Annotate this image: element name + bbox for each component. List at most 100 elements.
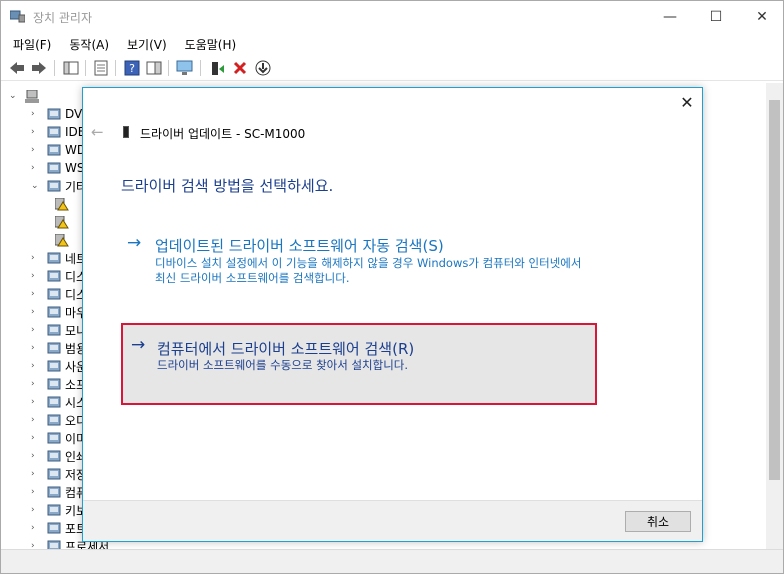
update-driver-icon[interactable] bbox=[208, 59, 226, 77]
chevron-down-icon[interactable]: ⌄ bbox=[9, 91, 19, 101]
chevron-right-icon[interactable]: › bbox=[31, 163, 41, 173]
tree-item[interactable]: › DV bbox=[31, 105, 82, 123]
chevron-right-icon[interactable]: › bbox=[31, 109, 41, 119]
sound-icon bbox=[47, 360, 61, 371]
tree-root[interactable]: ⌄ bbox=[9, 87, 43, 105]
monitor-icon bbox=[47, 324, 61, 335]
tree-item[interactable]: › WS bbox=[31, 159, 84, 177]
chevron-right-icon[interactable]: › bbox=[31, 289, 41, 299]
back-arrow-icon[interactable] bbox=[8, 59, 26, 77]
tree-item[interactable]: › 디스 bbox=[31, 267, 87, 285]
tree-item[interactable] bbox=[49, 213, 73, 231]
svg-text:?: ? bbox=[129, 62, 135, 75]
scan-hardware-changes-icon[interactable] bbox=[176, 59, 194, 77]
tree-item[interactable]: › 범용 bbox=[31, 339, 87, 357]
tree-item[interactable] bbox=[49, 231, 73, 249]
tree-item[interactable] bbox=[49, 195, 73, 213]
system-device-icon bbox=[47, 396, 61, 407]
uninstall-device-icon[interactable] bbox=[231, 59, 249, 77]
tree-item[interactable]: › 마우 bbox=[31, 303, 87, 321]
chevron-right-icon[interactable]: › bbox=[31, 145, 41, 155]
cancel-button[interactable]: 취소 bbox=[625, 511, 691, 532]
dialog-title: 드라이버 업데이트 - SC-M1000 bbox=[140, 127, 306, 141]
title-bar: 장치 관리자 — ☐ ✕ bbox=[1, 1, 783, 32]
dvd-drive-icon bbox=[47, 108, 61, 119]
toolbar-separator bbox=[200, 60, 201, 76]
tree-item[interactable]: ⌄ 기타 bbox=[31, 177, 87, 195]
scrollbar-thumb[interactable] bbox=[769, 100, 780, 480]
chevron-down-icon[interactable]: ⌄ bbox=[31, 181, 41, 191]
disk-drive-icon bbox=[47, 270, 61, 281]
device-icon bbox=[123, 126, 129, 138]
tree-item[interactable]: › 소프 bbox=[31, 375, 87, 393]
vertical-scrollbar[interactable] bbox=[766, 83, 783, 549]
download-update-icon[interactable] bbox=[254, 59, 272, 77]
tree-item[interactable]: › 네트 bbox=[31, 249, 87, 267]
chevron-right-icon[interactable]: › bbox=[31, 397, 41, 407]
forward-arrow-icon[interactable] bbox=[30, 59, 48, 77]
chevron-right-icon[interactable]: › bbox=[31, 307, 41, 317]
maximize-button[interactable]: ☐ bbox=[693, 1, 739, 32]
chevron-right-icon[interactable]: › bbox=[31, 415, 41, 425]
tree-item[interactable]: › 디스 bbox=[31, 285, 87, 303]
minimize-button[interactable]: — bbox=[647, 1, 693, 32]
chevron-right-icon[interactable]: › bbox=[31, 433, 41, 443]
tree-item-label: DV bbox=[65, 107, 83, 121]
tree-item[interactable]: › 포트 bbox=[31, 519, 87, 537]
menu-bar: 파일(F) 동작(A) 보기(V) 도움말(H) bbox=[1, 33, 783, 53]
chevron-right-icon[interactable]: › bbox=[31, 451, 41, 461]
update-driver-dialog: ✕ ← 드라이버 업데이트 - SC-M1000 드라이버 검색 방법을 선택하… bbox=[82, 87, 703, 542]
usb-controller-icon bbox=[47, 342, 61, 353]
chevron-right-icon[interactable]: › bbox=[31, 469, 41, 479]
dialog-close-button[interactable]: ✕ bbox=[679, 95, 695, 111]
tree-item[interactable]: › 모니 bbox=[31, 321, 87, 339]
chevron-right-icon[interactable]: › bbox=[31, 505, 41, 515]
chevron-right-icon[interactable]: › bbox=[31, 253, 41, 263]
tree-item[interactable]: › 이미 bbox=[31, 429, 87, 447]
chevron-right-icon[interactable]: › bbox=[31, 541, 41, 549]
audio-io-icon bbox=[47, 414, 61, 425]
chevron-right-icon[interactable]: › bbox=[31, 127, 41, 137]
arrow-right-icon: → bbox=[127, 233, 142, 253]
tree-item[interactable]: › 저장 bbox=[31, 465, 87, 483]
toolbar: ? bbox=[1, 55, 783, 81]
menu-help[interactable]: 도움말(H) bbox=[173, 33, 243, 53]
tree-item[interactable]: › 인쇄 bbox=[31, 447, 87, 465]
tree-item[interactable]: › 사운 bbox=[31, 357, 87, 375]
dialog-footer: 취소 bbox=[83, 500, 702, 541]
chevron-right-icon[interactable]: › bbox=[31, 271, 41, 281]
browse-computer-option[interactable]: → 컴퓨터에서 드라이버 소프트웨어 검색(R) 드라이버 소프트웨어를 수동으… bbox=[121, 323, 597, 405]
dialog-back-arrow-icon[interactable]: ← bbox=[91, 123, 104, 141]
show-hide-console-tree-icon[interactable] bbox=[62, 59, 80, 77]
print-queue-icon bbox=[47, 450, 61, 461]
tree-item[interactable]: › 키보 bbox=[31, 501, 87, 519]
chevron-right-icon[interactable]: › bbox=[31, 523, 41, 533]
toolbar-separator bbox=[85, 60, 86, 76]
menu-file[interactable]: 파일(F) bbox=[1, 33, 57, 53]
storage-controller-icon bbox=[47, 468, 61, 479]
auto-search-description: 디바이스 설치 설정에서 이 기능을 해제하지 않을 경우 Windows가 컴… bbox=[155, 256, 582, 285]
imaging-device-icon bbox=[47, 432, 61, 443]
tree-item[interactable]: › IDE bbox=[31, 123, 85, 141]
chevron-right-icon[interactable]: › bbox=[31, 343, 41, 353]
chevron-right-icon[interactable]: › bbox=[31, 325, 41, 335]
menu-view[interactable]: 보기(V) bbox=[115, 33, 173, 53]
chevron-right-icon[interactable]: › bbox=[31, 361, 41, 371]
mouse-icon bbox=[47, 306, 61, 317]
dialog-heading: 드라이버 검색 방법을 선택하세요. bbox=[121, 177, 334, 195]
properties-icon[interactable] bbox=[92, 59, 110, 77]
chevron-right-icon[interactable]: › bbox=[31, 379, 41, 389]
tree-item[interactable]: › 컴퓨 bbox=[31, 483, 87, 501]
auto-search-option[interactable]: → 업데이트된 드라이버 소프트웨어 자동 검색(S) 디바이스 설치 설정에서… bbox=[121, 232, 597, 294]
tree-item[interactable]: › 오디 bbox=[31, 411, 87, 429]
menu-action[interactable]: 동작(A) bbox=[57, 33, 115, 53]
computer-icon bbox=[47, 486, 61, 497]
chevron-right-icon[interactable]: › bbox=[31, 487, 41, 497]
close-window-button[interactable]: ✕ bbox=[739, 1, 784, 32]
tree-item[interactable]: › 시스 bbox=[31, 393, 87, 411]
wsd-print-icon bbox=[47, 162, 61, 173]
help-icon[interactable]: ? bbox=[123, 59, 141, 77]
warning-device-icon bbox=[55, 215, 69, 228]
tree-item[interactable]: › WD bbox=[31, 141, 86, 159]
action-pane-icon[interactable] bbox=[145, 59, 163, 77]
